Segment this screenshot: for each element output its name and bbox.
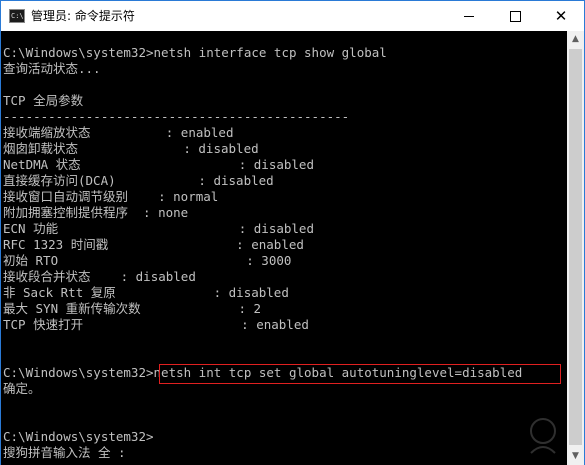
watermark-logo-icon: [530, 418, 556, 454]
console-line: 查询活动状态...: [3, 61, 101, 76]
console-line: NetDMA 状态 : disabled: [3, 157, 314, 172]
console-line: 接收端缩放状态 : enabled: [3, 125, 234, 140]
scrollbar-thumb[interactable]: [569, 49, 582, 445]
console-line: 接收窗口自动调节级别 : normal: [3, 189, 219, 204]
console-line: 初始 RTO : 3000: [3, 253, 292, 268]
console-line: 直接缓存访问(DCA) : disabled: [3, 173, 274, 188]
console-line: RFC 1323 时间戳 : enabled: [3, 237, 304, 252]
console-line: 非 Sack Rtt 复原 : disabled: [3, 285, 289, 300]
scroll-down-arrow-icon[interactable]: ▼: [567, 448, 584, 465]
cmd-icon[interactable]: C:\: [9, 9, 25, 23]
console-line: ----------------------------------------…: [3, 109, 350, 124]
console-line: 接收段合并状态 : disabled: [3, 269, 196, 284]
console-line: 确定。: [3, 381, 41, 396]
window-title: 管理员: 命令提示符: [31, 9, 135, 23]
minimize-button[interactable]: [446, 1, 492, 31]
console-line: 烟囱卸载状态 : disabled: [3, 141, 259, 156]
maximize-button[interactable]: [492, 1, 538, 31]
title-bar[interactable]: C:\ 管理员: 命令提示符 ✕: [1, 1, 584, 31]
console-line: ECN 功能 : disabled: [3, 221, 314, 236]
console-line: 附加拥塞控制提供程序 : none: [3, 205, 189, 220]
close-icon: ✕: [554, 6, 568, 25]
console-line: TCP 快速打开 : enabled: [3, 317, 309, 332]
highlighted-command-box: [159, 364, 561, 384]
vertical-scrollbar[interactable]: ▲ ▼: [567, 31, 584, 465]
console-output[interactable]: C:\Windows\system32>netsh interface tcp …: [1, 31, 567, 465]
console-line: C:\Windows\system32>: [3, 429, 154, 444]
console-line: TCP 全局参数: [3, 93, 84, 108]
maximize-icon: [509, 10, 521, 22]
console-line: 搜狗拼音输入法 全 :: [3, 445, 126, 460]
minimize-icon: [464, 15, 474, 17]
scroll-up-arrow-icon[interactable]: ▲: [567, 31, 584, 48]
console-line: C:\Windows\system32>netsh interface tcp …: [3, 45, 387, 60]
command-prompt-window: C:\ 管理员: 命令提示符 ✕ C:\Windows\system32>net…: [0, 0, 585, 465]
close-button[interactable]: ✕: [538, 1, 584, 31]
console-line: 最大 SYN 重新传输次数 : 2: [3, 301, 262, 316]
